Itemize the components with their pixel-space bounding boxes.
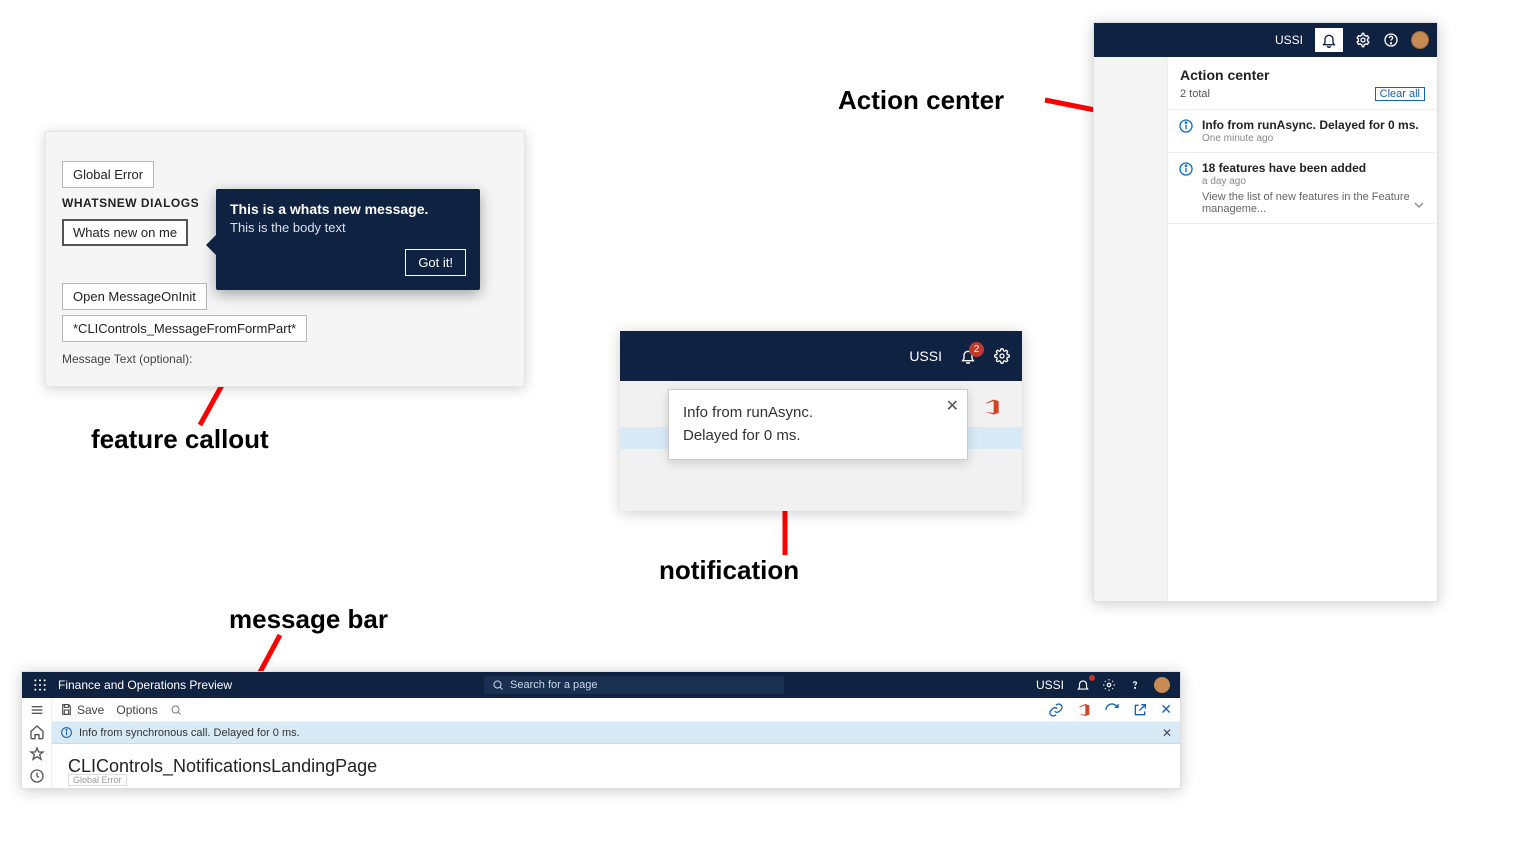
toast-close-button[interactable]: ✕ bbox=[946, 396, 959, 416]
bell-icon bbox=[1076, 678, 1090, 692]
link-icon[interactable] bbox=[1048, 702, 1064, 718]
info-icon bbox=[60, 726, 73, 739]
avatar[interactable] bbox=[1154, 677, 1170, 693]
truncated-remnant: Global Error bbox=[68, 774, 127, 786]
callout-title: This is a whats new message. bbox=[230, 201, 466, 217]
star-icon[interactable] bbox=[29, 746, 45, 762]
action-center-item[interactable]: Info from runAsync. Delayed for 0 ms. On… bbox=[1168, 109, 1437, 152]
notification-badge: 2 bbox=[969, 342, 984, 357]
search-icon bbox=[492, 679, 504, 691]
options-button[interactable]: Options bbox=[116, 703, 157, 717]
feature-callout-popup: This is a whats new message. This is the… bbox=[216, 189, 480, 290]
action-center-title: Action center bbox=[1180, 67, 1425, 83]
gear-icon[interactable] bbox=[1355, 32, 1371, 48]
clear-all-button[interactable]: Clear all bbox=[1375, 87, 1425, 101]
got-it-button[interactable]: Got it! bbox=[405, 249, 466, 276]
left-rail bbox=[22, 698, 52, 788]
chevron-down-icon[interactable] bbox=[1411, 197, 1427, 213]
search-small-icon[interactable] bbox=[170, 704, 182, 716]
close-icon[interactable]: ✕ bbox=[1160, 701, 1172, 718]
info-icon bbox=[1178, 118, 1194, 134]
office-icon[interactable] bbox=[982, 397, 1002, 417]
panel-message-bar: Finance and Operations Preview Search fo… bbox=[21, 671, 1181, 789]
annotation-feature-callout: feature callout bbox=[91, 424, 269, 455]
save-icon bbox=[60, 703, 73, 716]
notification-dot bbox=[1089, 675, 1095, 681]
waffle-icon[interactable] bbox=[32, 677, 48, 693]
gear-icon[interactable] bbox=[1102, 678, 1116, 692]
save-label: Save bbox=[77, 703, 104, 717]
app-titlebar: Finance and Operations Preview Search fo… bbox=[22, 672, 1180, 698]
page-title: CLIControls_NotificationsLandingPage bbox=[52, 744, 1180, 777]
refresh-icon[interactable] bbox=[1104, 702, 1120, 718]
gear-icon[interactable] bbox=[994, 348, 1010, 364]
bell-button[interactable]: 2 bbox=[960, 348, 976, 364]
panel-notification: USSI 2 ✕ Info from runAsync. Delayed for… bbox=[620, 331, 1022, 511]
toast-line1: Info from runAsync. bbox=[683, 402, 931, 425]
main-area: Save Options ✕ Info from synchronous cal… bbox=[52, 698, 1180, 788]
action-center-item[interactable]: 18 features have been added a day ago Vi… bbox=[1168, 152, 1437, 224]
message-text-label: Message Text (optional): bbox=[62, 352, 508, 366]
info-icon bbox=[1178, 161, 1194, 177]
company-code: USSI bbox=[1275, 33, 1303, 47]
open-message-oninit-button[interactable]: Open MessageOnInit bbox=[62, 283, 207, 310]
company-code: USSI bbox=[909, 348, 942, 364]
save-button[interactable]: Save bbox=[60, 703, 104, 717]
home-icon[interactable] bbox=[29, 724, 45, 740]
action-center-count: 2 total bbox=[1180, 88, 1210, 100]
action-center-topbar: USSI bbox=[1094, 23, 1437, 57]
callout-body: This is the body text bbox=[230, 220, 466, 235]
hamburger-icon[interactable] bbox=[29, 702, 45, 718]
annotation-notification: notification bbox=[659, 555, 799, 586]
clicontrols-button[interactable]: *CLIControls_MessageFromFormPart* bbox=[62, 315, 307, 342]
message-bar-close[interactable]: ✕ bbox=[1162, 726, 1172, 740]
ac-item-desc: View the list of new features in the Fea… bbox=[1202, 191, 1425, 215]
popout-icon[interactable] bbox=[1132, 702, 1148, 718]
ac-item-title: 18 features have been added bbox=[1202, 161, 1425, 175]
search-box[interactable]: Search for a page bbox=[484, 676, 784, 694]
company-code: USSI bbox=[1036, 678, 1064, 692]
avatar[interactable] bbox=[1411, 31, 1429, 49]
clock-icon[interactable] bbox=[29, 768, 45, 784]
office-icon[interactable] bbox=[1076, 702, 1092, 718]
message-bar: Info from synchronous call. Delayed for … bbox=[52, 722, 1180, 744]
help-icon[interactable] bbox=[1383, 32, 1399, 48]
notification-topbar: USSI 2 bbox=[620, 331, 1022, 381]
search-placeholder: Search for a page bbox=[510, 679, 597, 691]
ac-item-time: One minute ago bbox=[1202, 133, 1425, 144]
toolbar: Save Options ✕ bbox=[52, 698, 1180, 722]
whats-new-on-me-button[interactable]: Whats new on me bbox=[62, 219, 188, 246]
message-bar-text: Info from synchronous call. Delayed for … bbox=[79, 727, 300, 739]
annotation-message-bar: message bar bbox=[229, 604, 388, 635]
bell-icon bbox=[1321, 32, 1337, 48]
ac-item-title: Info from runAsync. Delayed for 0 ms. bbox=[1202, 118, 1425, 132]
help-icon[interactable] bbox=[1128, 678, 1142, 692]
ac-item-time: a day ago bbox=[1202, 176, 1425, 187]
bell-button-active[interactable] bbox=[1315, 28, 1343, 52]
notification-toast: ✕ Info from runAsync. Delayed for 0 ms. bbox=[668, 389, 968, 460]
panel-action-center: USSI Action center 2 total Clear all Inf… bbox=[1093, 22, 1438, 602]
annotation-action-center: Action center bbox=[838, 85, 1004, 116]
global-error-button[interactable]: Global Error bbox=[62, 161, 154, 188]
toast-line2: Delayed for 0 ms. bbox=[683, 425, 931, 448]
app-title: Finance and Operations Preview bbox=[58, 678, 232, 692]
bell-button[interactable] bbox=[1076, 678, 1090, 693]
action-center-pane: Action center 2 total Clear all Info fro… bbox=[1167, 57, 1437, 601]
